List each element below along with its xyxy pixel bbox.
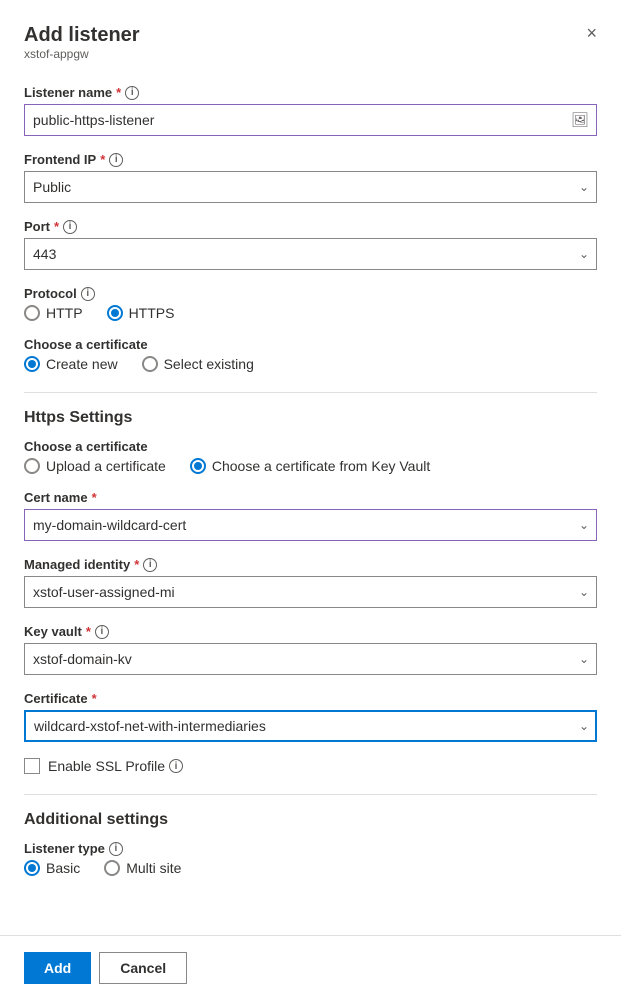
https-settings-section: Https Settings Choose a certificate Uplo… (24, 409, 597, 774)
port-info-icon[interactable]: i (63, 220, 77, 234)
https-choose-cert-group: Choose a certificate Upload a certificat… (24, 439, 597, 474)
listener-name-label: Listener name * i (24, 85, 597, 100)
listener-name-input[interactable] (24, 104, 597, 136)
cert-name-group: Cert name * my-domain-wildcard-cert ⌄ (24, 490, 597, 541)
section-divider-1 (24, 392, 597, 393)
additional-settings-heading: Additional settings (24, 811, 597, 829)
managed-identity-select[interactable]: xstof-user-assigned-mi (24, 576, 597, 608)
upload-cert-radio[interactable] (24, 458, 40, 474)
managed-identity-info-icon[interactable]: i (143, 558, 157, 572)
frontend-ip-group: Frontend IP * i Public ⌄ (24, 152, 597, 203)
https-choose-cert-label: Choose a certificate (24, 439, 597, 454)
protocol-label: Protocol i (24, 286, 597, 301)
key-vault-info-icon[interactable]: i (95, 625, 109, 639)
protocol-http-radio[interactable] (24, 305, 40, 321)
cert-name-select-wrapper: my-domain-wildcard-cert ⌄ (24, 509, 597, 541)
choose-keyvault-radio[interactable] (190, 458, 206, 474)
certificate-select-wrapper: wildcard-xstof-net-with-intermediaries ⌄ (24, 710, 597, 742)
required-star-7: * (92, 691, 97, 706)
ssl-info-icon[interactable]: i (169, 759, 183, 773)
certificate-select[interactable]: wildcard-xstof-net-with-intermediaries (24, 710, 597, 742)
protocol-http-option[interactable]: HTTP (24, 305, 83, 321)
key-vault-label: Key vault * i (24, 624, 597, 639)
cert-name-label: Cert name * (24, 490, 597, 505)
panel-title: Add listener (24, 24, 140, 47)
listener-name-icon: 🖼 (571, 112, 589, 129)
frontend-ip-label: Frontend IP * i (24, 152, 597, 167)
frontend-ip-info-icon[interactable]: i (109, 153, 123, 167)
listener-type-group: Listener type i Basic Multi site (24, 841, 597, 876)
listener-name-group: Listener name * i 🖼 (24, 85, 597, 136)
panel-header: Add listener xstof-appgw × (24, 24, 597, 81)
port-group: Port * i 443 ⌄ (24, 219, 597, 270)
required-star-5: * (134, 557, 139, 572)
listener-name-info-icon[interactable]: i (125, 86, 139, 100)
key-vault-group: Key vault * i xstof-domain-kv ⌄ (24, 624, 597, 675)
certificate-group: Certificate * wildcard-xstof-net-with-in… (24, 691, 597, 742)
basic-option[interactable]: Basic (24, 860, 80, 876)
protocol-https-option[interactable]: HTTPS (107, 305, 175, 321)
required-star: * (116, 85, 121, 100)
choose-keyvault-option[interactable]: Choose a certificate from Key Vault (190, 458, 430, 474)
certificate-label: Certificate * (24, 691, 597, 706)
protocol-info-icon[interactable]: i (81, 287, 95, 301)
upload-cert-option[interactable]: Upload a certificate (24, 458, 166, 474)
protocol-group: Protocol i HTTP HTTPS (24, 286, 597, 321)
choose-cert-label: Choose a certificate (24, 337, 597, 352)
required-star-6: * (86, 624, 91, 639)
add-listener-panel: Add listener xstof-appgw × Listener name… (0, 0, 621, 1000)
port-select-wrapper: 443 ⌄ (24, 238, 597, 270)
section-divider-2 (24, 794, 597, 795)
key-vault-select-wrapper: xstof-domain-kv ⌄ (24, 643, 597, 675)
port-label: Port * i (24, 219, 597, 234)
listener-type-info-icon[interactable]: i (109, 842, 123, 856)
multi-site-radio[interactable] (104, 860, 120, 876)
frontend-ip-select-wrapper: Public ⌄ (24, 171, 597, 203)
required-star-3: * (54, 219, 59, 234)
create-new-radio[interactable] (24, 356, 40, 372)
panel-footer: Add Cancel (0, 935, 621, 1000)
select-existing-option[interactable]: Select existing (142, 356, 254, 372)
additional-settings-section: Additional settings Listener type i Basi… (24, 811, 597, 876)
choose-cert-group: Choose a certificate Create new Select e… (24, 337, 597, 372)
managed-identity-select-wrapper: xstof-user-assigned-mi ⌄ (24, 576, 597, 608)
https-settings-heading: Https Settings (24, 409, 597, 427)
port-select[interactable]: 443 (24, 238, 597, 270)
frontend-ip-select[interactable]: Public (24, 171, 597, 203)
close-button[interactable]: × (586, 24, 597, 42)
listener-type-label: Listener type i (24, 841, 597, 856)
key-vault-select[interactable]: xstof-domain-kv (24, 643, 597, 675)
select-existing-radio[interactable] (142, 356, 158, 372)
protocol-https-radio[interactable] (107, 305, 123, 321)
basic-radio[interactable] (24, 860, 40, 876)
cert-name-select[interactable]: my-domain-wildcard-cert (24, 509, 597, 541)
listener-type-radio-group: Basic Multi site (24, 860, 597, 876)
create-new-option[interactable]: Create new (24, 356, 118, 372)
enable-ssl-group: Enable SSL Profile i (24, 758, 597, 774)
required-star-2: * (100, 152, 105, 167)
required-star-4: * (92, 490, 97, 505)
listener-name-input-wrapper: 🖼 (24, 104, 597, 136)
panel-subtitle: xstof-appgw (24, 47, 140, 61)
managed-identity-group: Managed identity * i xstof-user-assigned… (24, 557, 597, 608)
enable-ssl-label: Enable SSL Profile i (48, 758, 183, 774)
add-button[interactable]: Add (24, 952, 91, 984)
https-cert-radio-group: Upload a certificate Choose a certificat… (24, 458, 597, 474)
enable-ssl-checkbox[interactable] (24, 758, 40, 774)
protocol-radio-group: HTTP HTTPS (24, 305, 597, 321)
managed-identity-label: Managed identity * i (24, 557, 597, 572)
cert-radio-group: Create new Select existing (24, 356, 597, 372)
cancel-button[interactable]: Cancel (99, 952, 187, 984)
multi-site-option[interactable]: Multi site (104, 860, 181, 876)
